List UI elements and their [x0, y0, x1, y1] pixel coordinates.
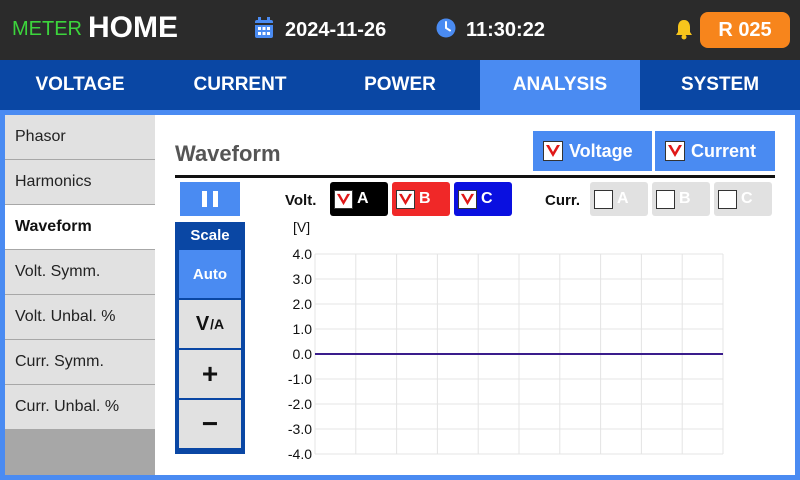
pause-icon-bar	[202, 191, 207, 207]
scale-va-button[interactable]: V/A	[179, 300, 241, 348]
y-tick-label: 1.0	[293, 321, 313, 337]
curr-phase-a-label: A	[617, 190, 629, 207]
sidebar-item-volt-unbal[interactable]: Volt. Unbal. %	[5, 295, 155, 339]
scale-zoom-out-button[interactable]: −	[179, 400, 241, 448]
y-tick-label: 0.0	[293, 346, 313, 362]
bell-icon[interactable]	[674, 18, 694, 45]
volt-phase-a-toggle[interactable]: A	[330, 182, 388, 216]
volt-phase-c-toggle[interactable]: C	[454, 182, 512, 216]
sidebar-item-waveform[interactable]: Waveform	[5, 205, 155, 249]
y-tick-label: 4.0	[293, 246, 313, 262]
checkmark-icon	[334, 189, 353, 209]
scale-va-sub: /A	[210, 316, 225, 332]
pause-button[interactable]	[180, 182, 240, 216]
curr-group-label: Curr.	[545, 192, 581, 209]
main-tabs: VOLTAGE CURRENT POWER ANALYSIS SYSTEM	[0, 60, 800, 110]
screen-title: HOME	[88, 11, 178, 44]
y-tick-label: 2.0	[293, 296, 313, 312]
time-text: 11:30:22	[466, 18, 545, 41]
curr-phase-b-toggle[interactable]: B	[652, 182, 710, 216]
checkmark-icon	[665, 141, 685, 161]
title-divider	[175, 175, 775, 178]
sidebar-item-volt-symm[interactable]: Volt. Symm.	[5, 250, 155, 294]
empty-checkbox-icon	[656, 189, 675, 209]
y-tick-label: -2.0	[288, 396, 312, 412]
tab-analysis[interactable]: ANALYSIS	[480, 60, 640, 110]
y-tick-label: 3.0	[293, 271, 313, 287]
scale-va-main: V	[195, 312, 210, 335]
voltage-toggle[interactable]: Voltage	[533, 131, 652, 171]
record-button[interactable]: R 025	[700, 12, 790, 48]
time-display: 11:30:22	[436, 18, 545, 42]
empty-checkbox-icon	[718, 189, 737, 209]
empty-checkbox-icon	[594, 189, 613, 209]
y-tick-label: -4.0	[288, 446, 312, 460]
clock-icon	[436, 18, 456, 43]
current-toggle-label: Current	[691, 140, 757, 161]
volt-group-label: Volt.	[285, 192, 317, 209]
y-tick-label: -1.0	[288, 371, 312, 387]
voltage-toggle-label: Voltage	[569, 140, 633, 161]
volt-phase-a-label: A	[357, 190, 369, 207]
analysis-sidebar: Phasor Harmonics Waveform Volt. Symm. Vo…	[5, 115, 155, 475]
sidebar-item-curr-unbal[interactable]: Curr. Unbal. %	[5, 385, 155, 429]
tab-current[interactable]: CURRENT	[160, 60, 320, 110]
scale-zoom-in-button[interactable]: +	[179, 350, 241, 398]
date-text: 2024-11-26	[285, 18, 387, 41]
curr-phase-c-label: C	[741, 190, 753, 207]
header-bar: METER HOME 2024-11-26 11:30:22 R 025	[0, 0, 800, 60]
tab-voltage[interactable]: VOLTAGE	[0, 60, 160, 110]
waveform-panel: Waveform Voltage Current Scale Auto V/A …	[155, 115, 795, 475]
y-tick-label: -3.0	[288, 421, 312, 437]
scale-auto-button[interactable]: Auto	[179, 250, 241, 298]
checkmark-icon	[458, 189, 477, 209]
tab-system[interactable]: SYSTEM	[640, 60, 800, 110]
sidebar-item-curr-symm[interactable]: Curr. Symm.	[5, 340, 155, 384]
current-toggle[interactable]: Current	[655, 131, 775, 171]
curr-phase-a-toggle[interactable]: A	[590, 182, 648, 216]
date-display: 2024-11-26	[254, 16, 387, 44]
curr-phase-c-toggle[interactable]: C	[714, 182, 772, 216]
sidebar-item-phasor[interactable]: Phasor	[5, 115, 155, 159]
page-title: Waveform	[175, 141, 281, 166]
sidebar-item-harmonics[interactable]: Harmonics	[5, 160, 155, 204]
checkmark-icon	[396, 189, 415, 209]
volt-phase-c-label: C	[481, 190, 493, 207]
waveform-chart: 4.0 3.0 2.0 1.0 0.0 -1.0 -2.0 -3.0 -4.0	[288, 246, 724, 460]
pause-icon-bar	[213, 191, 218, 207]
scale-label: Scale	[190, 226, 230, 244]
brand-prefix: METER	[12, 18, 82, 40]
curr-phase-b-label: B	[679, 190, 691, 207]
volt-phase-b-label: B	[419, 190, 431, 207]
scale-control: Scale Auto V/A + −	[175, 222, 245, 454]
checkmark-icon	[543, 141, 563, 161]
y-axis-unit: [V]	[293, 219, 311, 235]
tab-power[interactable]: POWER	[320, 60, 480, 110]
calendar-icon	[254, 16, 274, 44]
volt-phase-b-toggle[interactable]: B	[392, 182, 450, 216]
